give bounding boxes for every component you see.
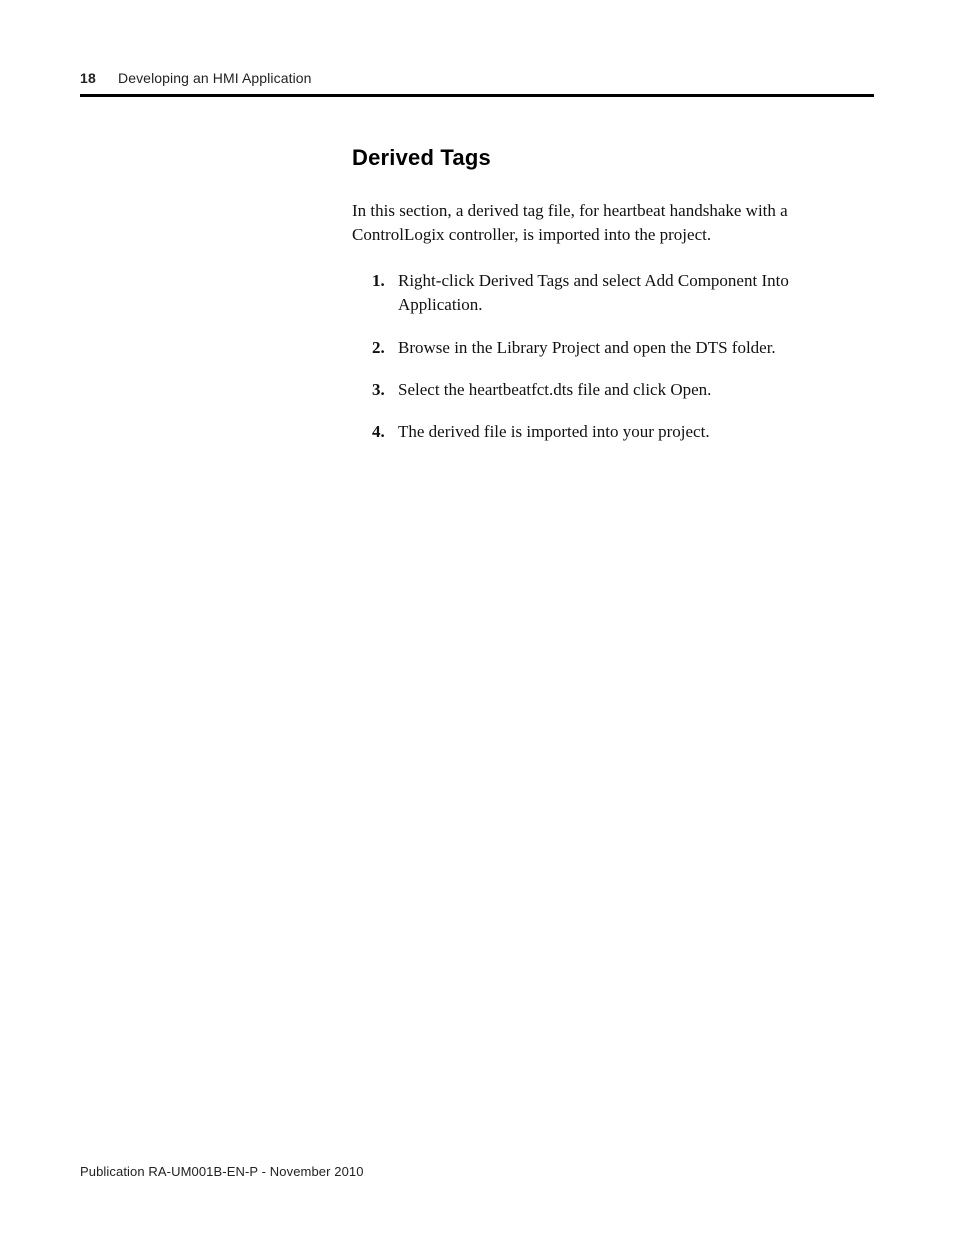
step-item: 4. The derived file is imported into you… xyxy=(372,420,872,444)
page-footer: Publication RA-UM001B-EN-P - November 20… xyxy=(80,1164,364,1179)
section-intro: In this section, a derived tag file, for… xyxy=(352,199,872,247)
page-header: 18 Developing an HMI Application xyxy=(80,70,874,97)
steps-list: 1. Right-click Derived Tags and select A… xyxy=(352,269,872,444)
step-item: 1. Right-click Derived Tags and select A… xyxy=(372,269,872,317)
step-text: Browse in the Library Project and open t… xyxy=(398,338,776,357)
section-heading: Derived Tags xyxy=(352,145,872,171)
step-number: 3. xyxy=(372,378,385,402)
publication-info: Publication RA-UM001B-EN-P - November 20… xyxy=(80,1164,364,1179)
page-number: 18 xyxy=(80,70,96,86)
step-text: The derived file is imported into your p… xyxy=(398,422,710,441)
step-number: 1. xyxy=(372,269,385,293)
step-item: 2. Browse in the Library Project and ope… xyxy=(372,336,872,360)
step-text: Right-click Derived Tags and select Add … xyxy=(398,271,789,314)
step-item: 3. Select the heartbeatfct.dts file and … xyxy=(372,378,872,402)
step-number: 4. xyxy=(372,420,385,444)
step-number: 2. xyxy=(372,336,385,360)
chapter-title: Developing an HMI Application xyxy=(118,70,312,86)
document-page: 18 Developing an HMI Application Derived… xyxy=(0,0,954,1235)
page-content: Derived Tags In this section, a derived … xyxy=(352,145,872,444)
step-text: Select the heartbeatfct.dts file and cli… xyxy=(398,380,711,399)
